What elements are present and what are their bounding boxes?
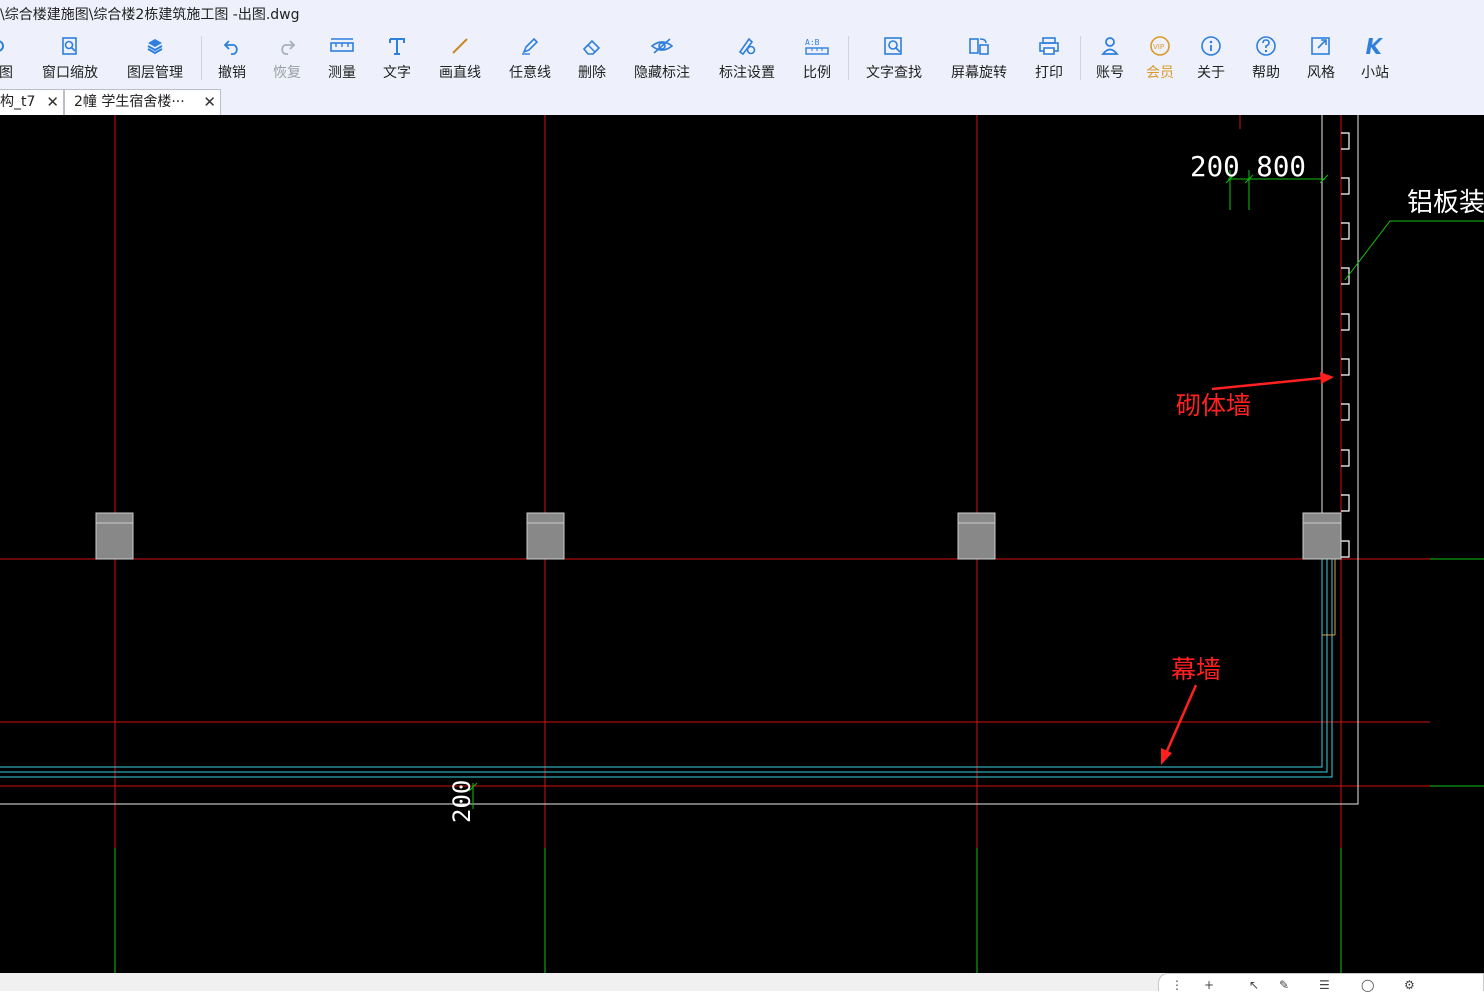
screen-rotate-icon	[951, 36, 1007, 64]
view-controls-panel: ⋮ + ↖ ✎ ☰ ◯ ⚙	[1158, 973, 1484, 992]
pen-icon	[509, 36, 551, 64]
tab-document-2[interactable]: 2幢 学生宿舍楼··· ✕	[64, 89, 221, 115]
redo-icon	[273, 36, 301, 64]
hide-annotation-button[interactable]: 隐藏标注	[634, 32, 690, 84]
toolbar: 图 窗口缩放 图层管理 撤销 恢复 测量 文字 画直线 任意线 删除 隐藏标注	[0, 30, 1484, 86]
redo-button[interactable]: 恢复	[273, 32, 301, 84]
about-button[interactable]: 关于	[1197, 32, 1225, 84]
curtain-wall-line	[0, 559, 1323, 768]
masonry-arrow	[1211, 376, 1323, 391]
arrow-head-icon	[1320, 372, 1334, 384]
tab-document-1[interactable]: 构_t7 ✕	[0, 89, 64, 115]
drawing-icon	[0, 36, 16, 64]
column	[95, 512, 134, 560]
cursor-icon[interactable]: ↖	[1249, 978, 1259, 992]
text-icon	[383, 36, 411, 64]
list-icon[interactable]: ☰	[1319, 978, 1330, 992]
delete-button[interactable]: 删除	[578, 32, 606, 84]
line-icon	[439, 36, 481, 64]
vip-button[interactable]: VIP 会员	[1146, 32, 1174, 84]
column	[526, 512, 565, 560]
station-icon	[1361, 36, 1389, 64]
toolbar-drawing-button[interactable]: 图	[0, 32, 16, 84]
column	[957, 512, 996, 560]
screen-rotate-button[interactable]: 屏幕旋转	[951, 32, 1007, 84]
layers-icon	[127, 36, 183, 64]
help-button[interactable]: 帮助	[1252, 32, 1280, 84]
toolbar-separator	[1080, 36, 1081, 80]
handle-icon[interactable]: ⋮	[1171, 978, 1183, 992]
title-bar: \综合楼建施图\综合楼2栋建筑施工图 -出图.dwg	[0, 0, 1484, 30]
draw-line-button[interactable]: 画直线	[439, 32, 481, 84]
curtain-wall-line	[0, 559, 1333, 778]
masonry-wall-label: 砌体墙	[1176, 391, 1251, 420]
curtain-wall-line	[0, 559, 1328, 773]
print-button[interactable]: 打印	[1035, 32, 1063, 84]
dimension-bottom-text: 200	[448, 780, 476, 823]
eye-hide-icon	[634, 36, 690, 64]
leader-line	[1344, 220, 1484, 281]
building-outline	[0, 115, 1359, 805]
style-button[interactable]: 风格	[1307, 32, 1335, 84]
text-search-icon	[866, 36, 922, 64]
circle-icon[interactable]: ◯	[1361, 978, 1374, 992]
style-icon	[1307, 36, 1335, 64]
toolbar-separator	[848, 36, 849, 80]
scale-icon: A:B	[803, 36, 831, 64]
print-icon	[1035, 36, 1063, 64]
curtain-wall-arrow	[1165, 684, 1198, 752]
plus-icon[interactable]: +	[1204, 978, 1214, 992]
window-title: \综合楼建施图\综合楼2栋建筑施工图 -出图.dwg	[0, 7, 300, 23]
vip-icon: VIP	[1146, 36, 1174, 64]
window-zoom-icon	[42, 36, 98, 64]
settings-icon[interactable]: ⚙	[1404, 978, 1415, 992]
annotation-settings-icon	[719, 36, 775, 64]
tab-bar: 构_t7 ✕ 2幢 学生宿舍楼··· ✕	[0, 86, 1484, 116]
close-icon[interactable]: ✕	[203, 90, 216, 114]
dimension-top-text: 200 800	[1190, 150, 1306, 183]
svg-text:A:B: A:B	[805, 38, 820, 47]
freehand-line-button[interactable]: 任意线	[509, 32, 551, 84]
arrow-head-icon	[1161, 748, 1172, 765]
undo-button[interactable]: 撤销	[218, 32, 246, 84]
curtain-wall-label: 幕墙	[1171, 655, 1221, 684]
drawing-svg[interactable]: 200 800 铝板装饰 200 砌体墙 幕墙	[0, 115, 1484, 973]
drawing-canvas[interactable]: 200 800 铝板装饰 200 砌体墙 幕墙	[0, 115, 1484, 973]
svg-text:VIP: VIP	[1153, 43, 1164, 51]
help-icon	[1252, 36, 1280, 64]
layer-manager-button[interactable]: 图层管理	[127, 32, 183, 84]
text-button[interactable]: 文字	[383, 32, 411, 84]
pen-small-icon[interactable]: ✎	[1279, 978, 1289, 992]
masonry-wall-pattern	[1341, 132, 1350, 558]
undo-icon	[218, 36, 246, 64]
measure-button[interactable]: 测量	[328, 32, 356, 84]
scale-button[interactable]: A:B 比例	[803, 32, 831, 84]
column	[1302, 512, 1342, 560]
window-zoom-button[interactable]: 窗口缩放	[42, 32, 98, 84]
ruler-icon	[328, 36, 356, 64]
aluminum-panel-label: 铝板装饰	[1407, 188, 1484, 218]
toolbar-separator	[201, 36, 202, 80]
eraser-icon	[578, 36, 606, 64]
info-icon	[1197, 36, 1225, 64]
account-button[interactable]: 账号	[1096, 32, 1124, 84]
station-button[interactable]: 小站	[1361, 32, 1389, 84]
user-icon	[1096, 36, 1124, 64]
text-search-button[interactable]: 文字查找	[866, 32, 922, 84]
annotation-settings-button[interactable]: 标注设置	[719, 32, 775, 84]
close-icon[interactable]: ✕	[46, 90, 59, 114]
